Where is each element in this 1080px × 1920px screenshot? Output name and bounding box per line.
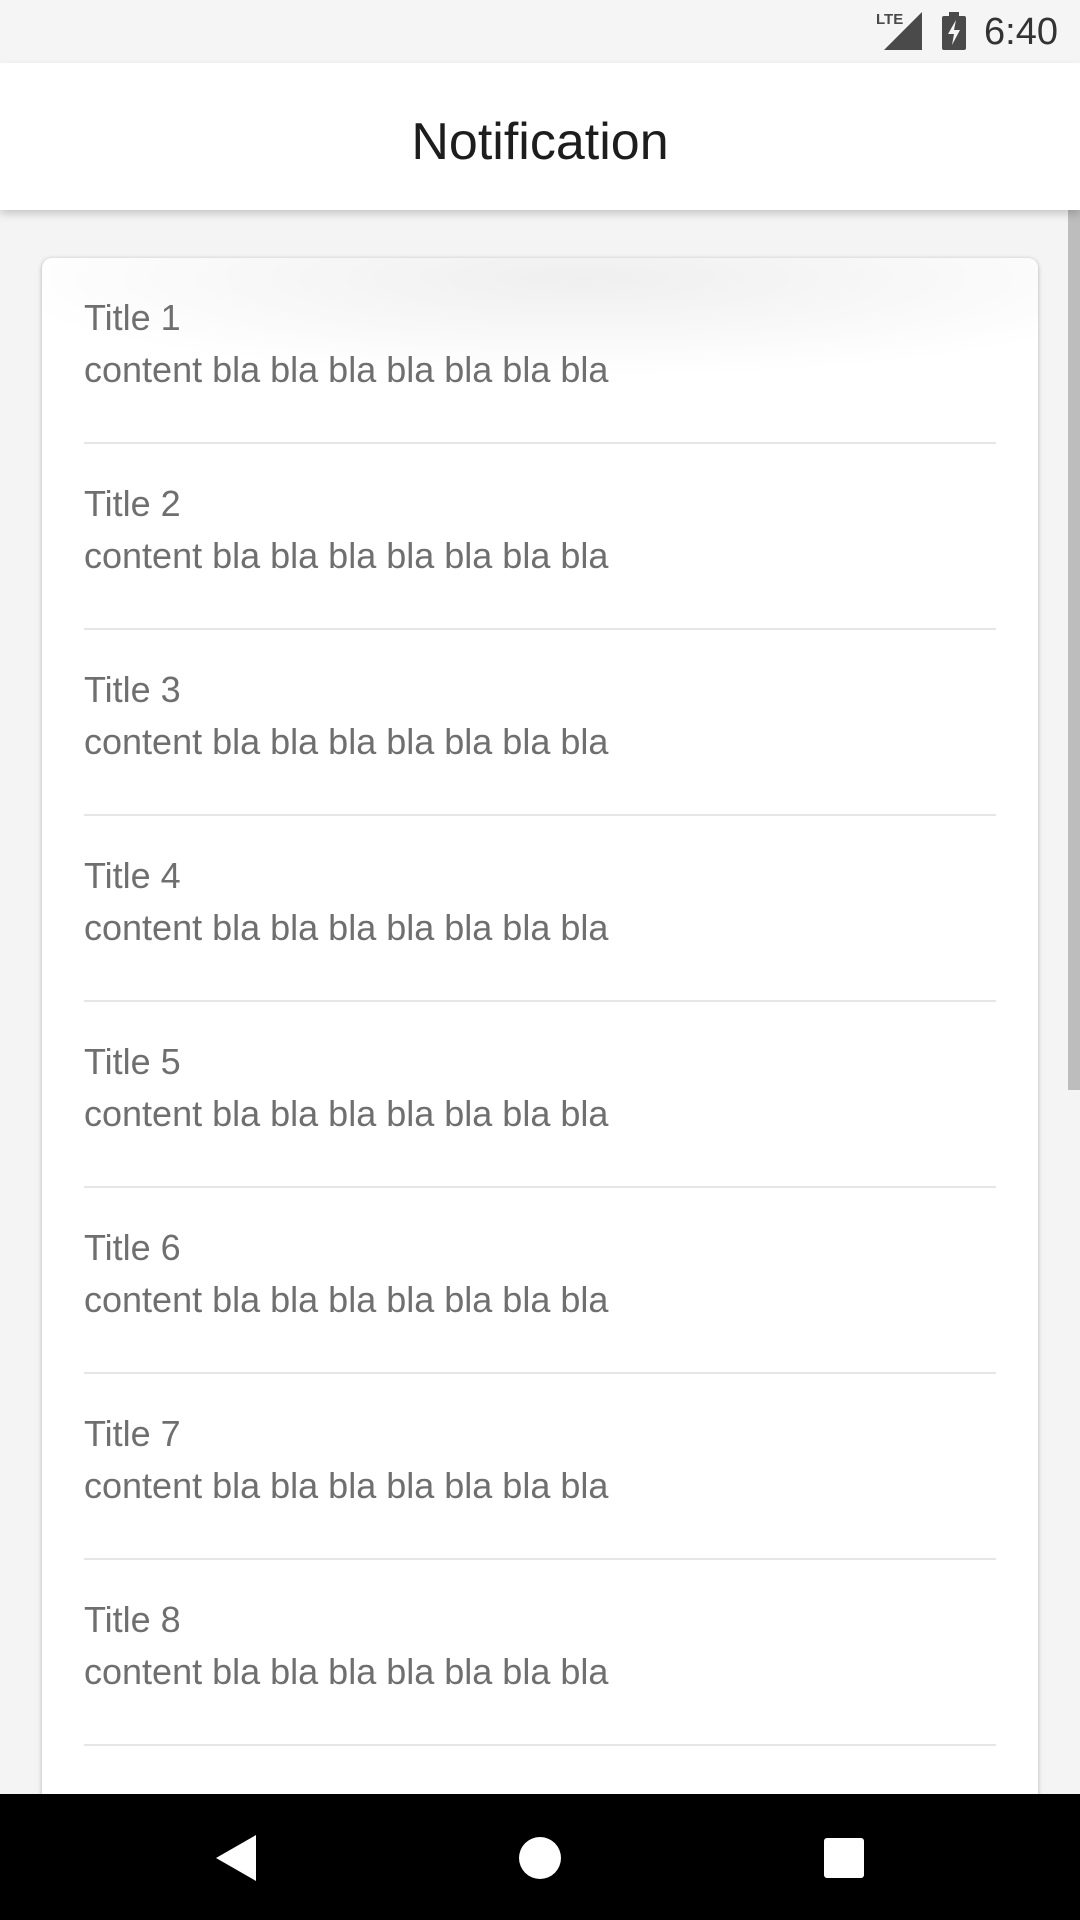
notification-item[interactable]: Title 7 content bla bla bla bla bla bla … (84, 1374, 996, 1560)
notification-content: content bla bla bla bla bla bla bla (84, 1093, 609, 1134)
status-bar: LTE 6:40 (0, 0, 1080, 63)
page-title: Notification (411, 113, 669, 171)
notification-title: Title 4 (84, 855, 181, 896)
notification-item[interactable]: Title 8 content bla bla bla bla bla bla … (84, 1560, 996, 1746)
lte-signal-icon: LTE (876, 11, 922, 50)
recents-icon (824, 1838, 864, 1878)
scrollbar[interactable] (1068, 210, 1080, 1090)
notification-item[interactable]: Title 2 content bla bla bla bla bla bla … (84, 444, 996, 630)
notification-content: content bla bla bla bla bla bla bla (84, 1651, 609, 1692)
notification-list-card: Title 1 content bla bla bla bla bla bla … (42, 258, 1038, 1920)
back-button[interactable] (196, 1818, 276, 1898)
notification-title: Title 1 (84, 297, 181, 338)
back-icon (216, 1835, 256, 1881)
notification-item[interactable]: Title 3 content bla bla bla bla bla bla … (84, 630, 996, 816)
notification-title: Title 7 (84, 1413, 181, 1454)
notification-title: Title 6 (84, 1227, 181, 1268)
home-button[interactable] (500, 1818, 580, 1898)
notification-item[interactable]: Title 6 content bla bla bla bla bla bla … (84, 1188, 996, 1374)
battery-charging-icon (942, 12, 966, 50)
notification-title: Title 3 (84, 669, 181, 710)
notification-item[interactable]: Title 5 content bla bla bla bla bla bla … (84, 1002, 996, 1188)
status-clock: 6:40 (984, 11, 1058, 53)
notification-content: content bla bla bla bla bla bla bla (84, 721, 609, 762)
notification-title: Title 2 (84, 483, 181, 524)
app-bar: Notification (0, 63, 1080, 210)
notification-item[interactable]: Title 1 content bla bla bla bla bla bla … (84, 258, 996, 444)
notification-content: content bla bla bla bla bla bla bla (84, 535, 609, 576)
notification-content: content bla bla bla bla bla bla bla (84, 1279, 609, 1320)
notification-content: content bla bla bla bla bla bla bla (84, 349, 609, 390)
network-label: LTE (876, 11, 903, 28)
notification-title: Title 5 (84, 1041, 181, 1082)
notification-content: content bla bla bla bla bla bla bla (84, 907, 609, 948)
notification-screen: LTE 6:40 Notification Title 1 content bl… (0, 0, 1080, 1920)
navigation-bar (0, 1794, 1080, 1920)
notification-title: Title 8 (84, 1599, 181, 1640)
recents-button[interactable] (804, 1818, 884, 1898)
notification-item[interactable]: Title 4 content bla bla bla bla bla bla … (84, 816, 996, 1002)
home-icon (519, 1837, 561, 1879)
notification-content: content bla bla bla bla bla bla bla (84, 1465, 609, 1506)
